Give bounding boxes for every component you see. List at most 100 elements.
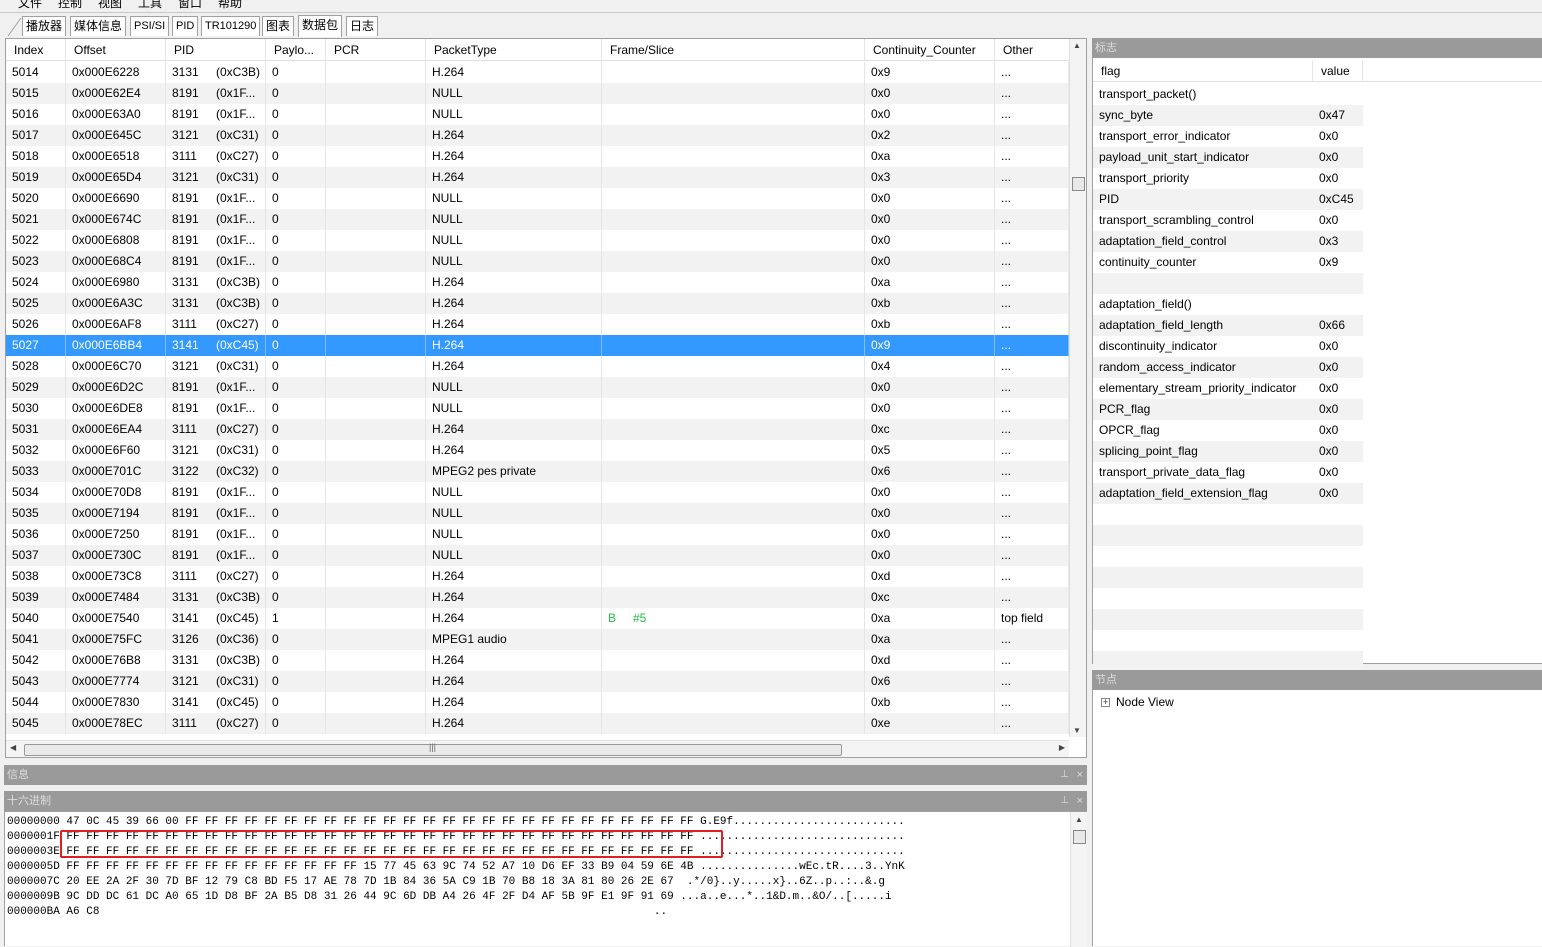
- flag-row[interactable]: splicing_point_flag 0x0: [1093, 441, 1363, 462]
- flag-row[interactable]: transport_packet(): [1093, 84, 1363, 105]
- node-view-item[interactable]: + Node View: [1101, 694, 1174, 710]
- table-row[interactable]: 5022 0x000E6808 8191 (0x1F... 0 NULL 0x0...: [6, 230, 1069, 251]
- col-header-pid[interactable]: PID: [166, 39, 266, 61]
- tab-packets[interactable]: 数据包: [298, 15, 343, 37]
- flags-col-flag[interactable]: flag: [1093, 61, 1313, 82]
- table-row[interactable]: 5016 0x000E63A0 8191 (0x1F... 0 NULL 0x0...: [6, 104, 1069, 125]
- tab-media-info[interactable]: 媒体信息: [70, 16, 127, 36]
- table-row[interactable]: 5017 0x000E645C 3121 (0xC31) 0 H.264 0x2...: [6, 125, 1069, 146]
- flag-row[interactable]: elementary_stream_priority_indicator 0x0: [1093, 378, 1363, 399]
- table-row[interactable]: 5027 0x000E6BB4 3141 (0xC45) 0 H.264 0x9...: [6, 335, 1069, 356]
- flag-row[interactable]: PCR_flag 0x0: [1093, 399, 1363, 420]
- pin-icon[interactable]: ⊥: [1060, 791, 1069, 811]
- table-row[interactable]: 5033 0x000E701C 3122 (0xC32) 0 MPEG2 pes priv…: [6, 461, 1069, 482]
- grid-vertical-scrollbar[interactable]: ▲ ▼: [1069, 39, 1086, 737]
- flag-row[interactable]: transport_priority 0x0: [1093, 168, 1363, 189]
- flag-row[interactable]: [1093, 546, 1363, 567]
- col-header-frame-slice[interactable]: Frame/Slice: [602, 39, 865, 61]
- table-row[interactable]: 5026 0x000E6AF8 3111 (0xC27) 0 H.264 0xb...: [6, 314, 1069, 335]
- table-row[interactable]: 5043 0x000E7774 3121 (0xC31) 0 H.264 0x6...: [6, 671, 1069, 692]
- table-row[interactable]: 5032 0x000E6F60 3121 (0xC31) 0 H.264 0x5...: [6, 440, 1069, 461]
- scroll-right-icon[interactable]: ▶: [1059, 743, 1065, 752]
- hex-vertical-scrollbar[interactable]: ▲: [1070, 812, 1087, 947]
- table-row[interactable]: 5040 0x000E7540 3141 (0xC45) 1 H.264 B #5 0xa top…: [6, 608, 1069, 629]
- scroll-up-icon[interactable]: ▲: [1073, 41, 1081, 50]
- table-row[interactable]: 5036 0x000E7250 8191 (0x1F... 0 NULL 0x0...: [6, 524, 1069, 545]
- grid-hscroll-thumb[interactable]: |||: [24, 742, 842, 756]
- col-header-other[interactable]: Other: [995, 39, 1069, 61]
- scroll-left-icon[interactable]: ◀: [10, 743, 16, 752]
- flag-row[interactable]: [1093, 504, 1363, 525]
- table-row[interactable]: 5035 0x000E7194 8191 (0x1F... 0 NULL 0x0...: [6, 503, 1069, 524]
- tab-player[interactable]: 播放器: [22, 16, 67, 36]
- flag-row[interactable]: transport_scrambling_control 0x0: [1093, 210, 1363, 231]
- table-row[interactable]: 5028 0x000E6C70 3121 (0xC31) 0 H.264 0x4...: [6, 356, 1069, 377]
- col-header-continuity[interactable]: Continuity_Counter: [865, 39, 995, 61]
- flag-row[interactable]: [1093, 273, 1363, 294]
- table-row[interactable]: 5034 0x000E70D8 8191 (0x1F... 0 NULL 0x0...: [6, 482, 1069, 503]
- expand-plus-icon[interactable]: +: [1101, 698, 1110, 708]
- col-header-payload[interactable]: Paylo...: [266, 39, 326, 61]
- table-row[interactable]: 5045 0x000E78EC 3111 (0xC27) 0 H.264 0xe...: [6, 713, 1069, 734]
- table-row[interactable]: 5041 0x000E75FC 3126 (0xC36) 0 MPEG1 audio 0xa…: [6, 629, 1069, 650]
- col-header-offset[interactable]: Offset: [66, 39, 166, 61]
- table-row[interactable]: 5014 0x000E6228 3131 (0xC3B) 0 H.264 0x9...: [6, 62, 1069, 83]
- flag-row[interactable]: [1093, 525, 1363, 546]
- table-row[interactable]: 5029 0x000E6D2C 8191 (0x1F... 0 NULL 0x0...: [6, 377, 1069, 398]
- flag-row[interactable]: transport_error_indicator 0x0: [1093, 126, 1363, 147]
- table-row[interactable]: 5037 0x000E730C 8191 (0x1F... 0 NULL 0x0...: [6, 545, 1069, 566]
- close-icon[interactable]: ×: [1077, 791, 1083, 811]
- menu-control[interactable]: 控制: [58, 0, 82, 11]
- flag-row[interactable]: discontinuity_indicator 0x0: [1093, 336, 1363, 357]
- menu-window[interactable]: 窗口: [178, 0, 202, 11]
- close-icon[interactable]: ×: [1077, 765, 1083, 785]
- col-header-index[interactable]: Index: [6, 39, 66, 61]
- table-row[interactable]: 5042 0x000E76B8 3131 (0xC3B) 0 H.264 0xd...: [6, 650, 1069, 671]
- flag-row[interactable]: sync_byte 0x47: [1093, 105, 1363, 126]
- flag-row[interactable]: PID 0xC45: [1093, 189, 1363, 210]
- table-row[interactable]: 5030 0x000E6DE8 8191 (0x1F... 0 NULL 0x0...: [6, 398, 1069, 419]
- grid-horizontal-scrollbar[interactable]: ◀ ||| ▶: [6, 740, 1069, 757]
- menu-view[interactable]: 视图: [98, 0, 122, 11]
- scroll-up-icon[interactable]: ▲: [1075, 815, 1083, 824]
- tab-psi-si[interactable]: PSI/SI: [130, 16, 170, 36]
- flag-row[interactable]: OPCR_flag 0x0: [1093, 420, 1363, 441]
- col-header-packettype[interactable]: PacketType: [426, 39, 602, 61]
- flag-row[interactable]: adaptation_field_extension_flag 0x0: [1093, 483, 1363, 504]
- flag-row[interactable]: adaptation_field_control 0x3: [1093, 231, 1363, 252]
- flag-row[interactable]: random_access_indicator 0x0: [1093, 357, 1363, 378]
- flag-row[interactable]: [1093, 567, 1363, 588]
- table-row[interactable]: 5021 0x000E674C 8191 (0x1F... 0 NULL 0x0...: [6, 209, 1069, 230]
- flags-col-value[interactable]: value: [1313, 61, 1363, 82]
- grid-vscroll-thumb[interactable]: [1072, 177, 1085, 191]
- table-row[interactable]: 5015 0x000E62E4 8191 (0x1F... 0 NULL 0x0...: [6, 83, 1069, 104]
- table-row[interactable]: 5031 0x000E6EA4 3111 (0xC27) 0 H.264 0xc...: [6, 419, 1069, 440]
- table-row[interactable]: 5023 0x000E68C4 8191 (0x1F... 0 NULL 0x0...: [6, 251, 1069, 272]
- table-row[interactable]: 5025 0x000E6A3C 3131 (0xC3B) 0 H.264 0xb...: [6, 293, 1069, 314]
- flag-row[interactable]: [1093, 630, 1363, 651]
- menu-file[interactable]: 文件: [18, 0, 42, 11]
- flag-row[interactable]: adaptation_field_length 0x66: [1093, 315, 1363, 336]
- table-row[interactable]: 5038 0x000E73C8 3111 (0xC27) 0 H.264 0xd...: [6, 566, 1069, 587]
- hex-vscroll-thumb[interactable]: [1073, 830, 1086, 844]
- menu-help[interactable]: 帮助: [218, 0, 242, 11]
- tab-log[interactable]: 日志: [346, 16, 379, 36]
- tab-pid[interactable]: PID: [172, 16, 199, 36]
- table-row[interactable]: 5039 0x000E7484 3131 (0xC3B) 0 H.264 0xc...: [6, 587, 1069, 608]
- tab-chart[interactable]: 图表: [262, 16, 295, 36]
- table-row[interactable]: 5019 0x000E65D4 3121 (0xC31) 0 H.264 0x3...: [6, 167, 1069, 188]
- menu-tools[interactable]: 工具: [138, 0, 162, 11]
- table-row[interactable]: 5024 0x000E6980 3131 (0xC3B) 0 H.264 0xa...: [6, 272, 1069, 293]
- flag-row[interactable]: payload_unit_start_indicator 0x0: [1093, 147, 1363, 168]
- tab-tr101290[interactable]: TR101290: [201, 16, 261, 36]
- pin-icon[interactable]: ⊥: [1060, 765, 1069, 785]
- col-header-pcr[interactable]: PCR: [326, 39, 426, 61]
- scroll-down-icon[interactable]: ▼: [1073, 726, 1081, 735]
- flag-row[interactable]: [1093, 651, 1363, 672]
- table-row[interactable]: 5018 0x000E6518 3111 (0xC27) 0 H.264 0xa...: [6, 146, 1069, 167]
- flag-row[interactable]: continuity_counter 0x9: [1093, 252, 1363, 273]
- table-row[interactable]: 5044 0x000E7830 3141 (0xC45) 0 H.264 0xb...: [6, 692, 1069, 713]
- flag-row[interactable]: adaptation_field(): [1093, 294, 1363, 315]
- flag-row[interactable]: [1093, 609, 1363, 630]
- table-row[interactable]: 5020 0x000E6690 8191 (0x1F... 0 NULL 0x0...: [6, 188, 1069, 209]
